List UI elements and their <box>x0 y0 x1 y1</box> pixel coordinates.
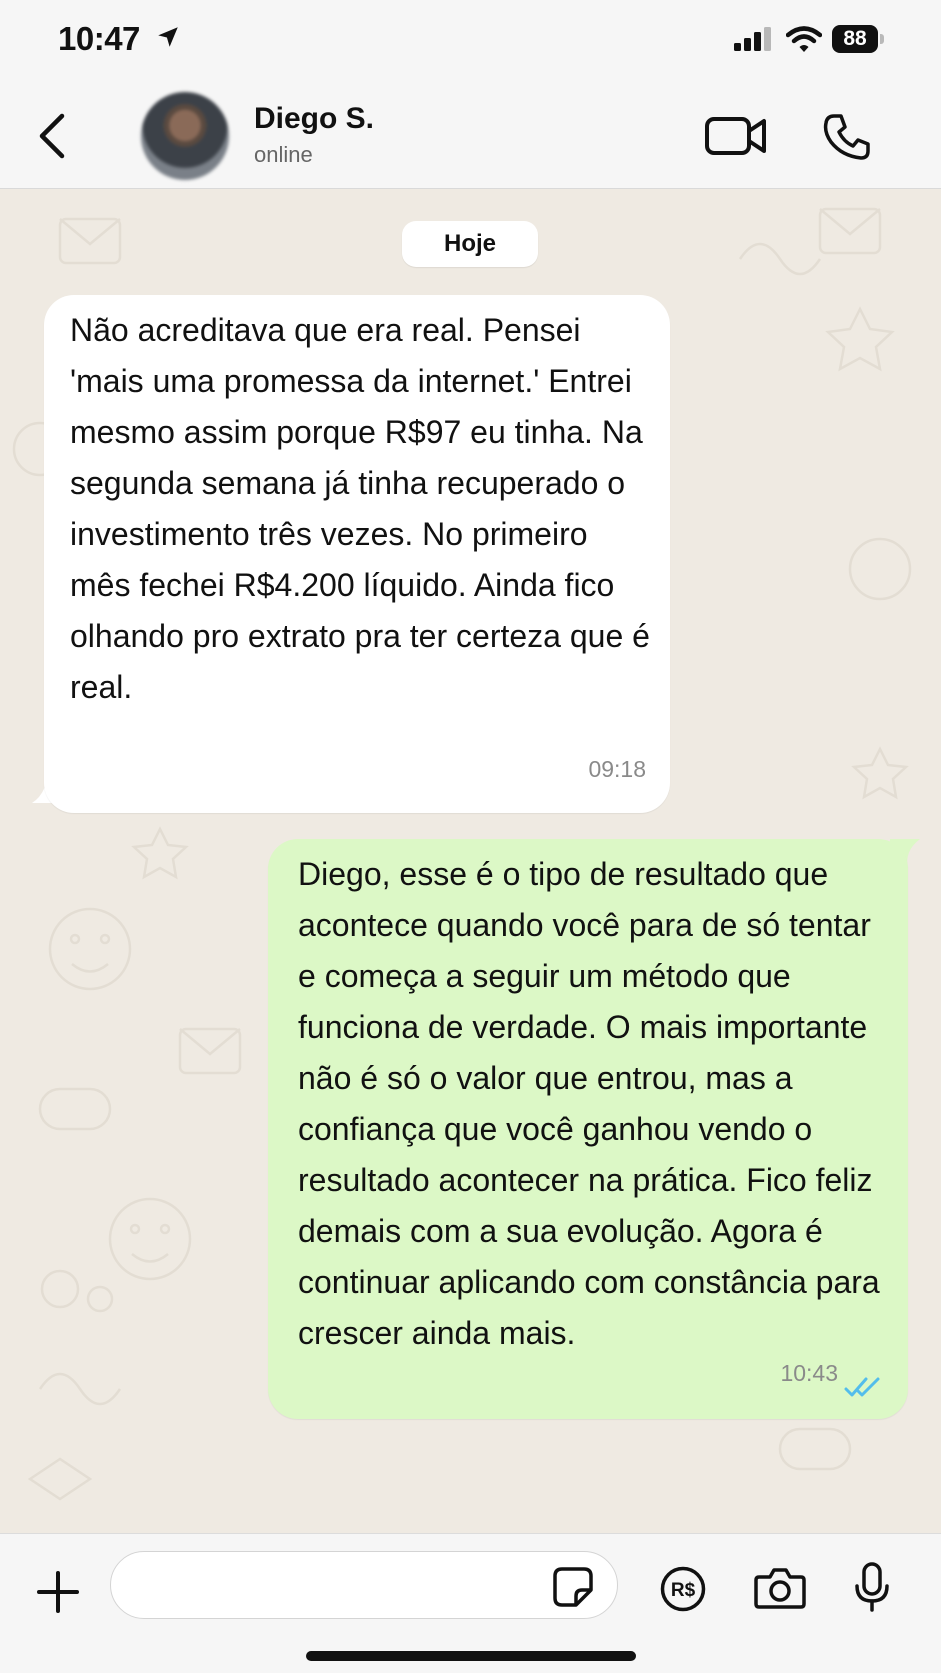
contact-avatar[interactable] <box>141 92 229 180</box>
status-time: 10:47 <box>58 20 140 57</box>
pix-icon[interactable]: R$ <box>660 1566 706 1612</box>
status-bar: 10:47 88 <box>0 0 941 82</box>
home-indicator <box>306 1651 636 1661</box>
contact-status: online <box>254 142 313 167</box>
incoming-message-bubble[interactable]: Não acreditava que era real. Pensei 'mai… <box>44 295 670 813</box>
plus-icon[interactable] <box>36 1570 80 1614</box>
outgoing-message-bubble[interactable]: Diego, esse é o tipo de resultado que ac… <box>268 839 908 1419</box>
battery-tip <box>880 34 884 44</box>
incoming-message-text: Não acreditava que era real. Pensei 'mai… <box>70 312 650 705</box>
message-input[interactable] <box>110 1551 618 1619</box>
outgoing-message-time: 10:43 <box>780 1360 838 1386</box>
chat-header: Diego S. online <box>0 82 941 189</box>
sticker-icon[interactable] <box>552 1566 594 1608</box>
chat-area[interactable]: Hoje Não acreditava que era real. Pensei… <box>0 189 941 1533</box>
incoming-message-time: 09:18 <box>588 756 646 782</box>
wifi-icon <box>786 26 822 52</box>
battery-indicator: 88 <box>832 25 884 53</box>
svg-text:R$: R$ <box>671 1580 696 1601</box>
signal-icon <box>734 27 771 51</box>
input-bar: R$ <box>0 1533 941 1673</box>
microphone-icon[interactable] <box>854 1562 890 1612</box>
camera-icon[interactable] <box>754 1566 806 1610</box>
outgoing-message-text: Diego, esse é o tipo de resultado que ac… <box>298 856 880 1351</box>
date-separator: Hoje <box>402 221 538 267</box>
contact-name[interactable]: Diego S. <box>254 102 374 136</box>
back-chevron-icon[interactable] <box>36 112 68 160</box>
battery-level: 88 <box>832 25 878 53</box>
location-arrow-icon <box>158 27 178 47</box>
phone-icon[interactable] <box>822 112 872 162</box>
video-call-icon[interactable] <box>704 114 768 158</box>
double-check-icon <box>844 1377 880 1397</box>
